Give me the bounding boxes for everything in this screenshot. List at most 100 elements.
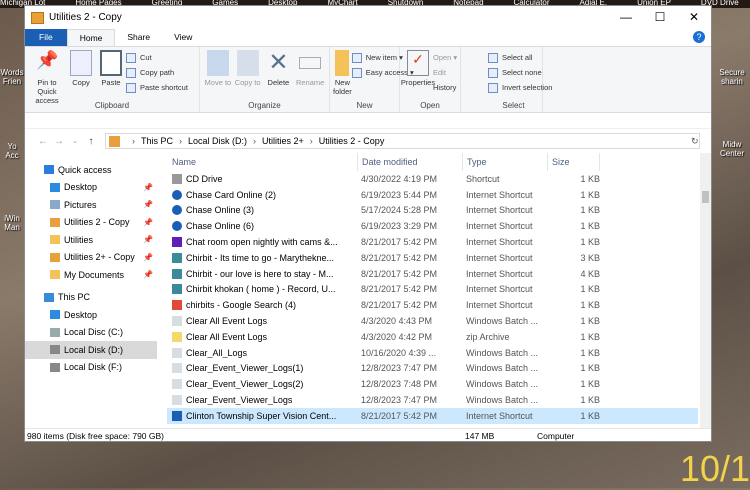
desktop-icon[interactable]: Midw Center (714, 140, 750, 158)
pin-icon: 📌 (143, 182, 153, 192)
file-row[interactable]: Chase Online (6) 6/19/2023 3:29 PM Interne… (167, 218, 698, 234)
breadcrumb-item[interactable]: Local Disk (D:) (188, 136, 247, 146)
label: Delete (267, 78, 290, 87)
file-date: 8/21/2017 5:42 PM (361, 284, 438, 295)
column-date[interactable]: Date modified (358, 153, 463, 171)
sidebar-item-quick[interactable]: My Documents 📌 (25, 266, 157, 284)
column-size[interactable]: Size (548, 153, 600, 171)
scrollbar-thumb[interactable] (702, 191, 709, 203)
back-button[interactable]: ← (35, 136, 51, 147)
sidebar-item-pc[interactable]: Local Disk (F:) (25, 359, 157, 377)
tab-file[interactable]: File (25, 29, 67, 46)
tab-share[interactable]: Share (115, 29, 162, 46)
sidebar-item-quick[interactable]: Pictures 📌 (25, 196, 157, 214)
file-size: 1 KB (580, 395, 600, 406)
file-name-cell: chirbits - Google Search (4) (167, 300, 358, 311)
history-button[interactable]: History (433, 80, 457, 95)
sidebar-item-pc[interactable]: Local Disc (C:) (25, 324, 157, 342)
file-row[interactable]: Clear All Event Logs 4/3/2020 4:43 PM Wind… (167, 313, 698, 329)
pin-icon: 📌 (143, 200, 153, 210)
selection-size: 147 MB (465, 430, 495, 441)
vertical-scrollbar[interactable] (700, 153, 711, 428)
label: Properties (400, 78, 436, 87)
file-row[interactable]: Chase Card Online (2) 6/19/2023 5:44 PM In… (167, 187, 698, 203)
minimize-button[interactable]: — (609, 6, 643, 29)
column-name[interactable]: Name (167, 153, 358, 171)
cut-button[interactable]: Cut (126, 50, 188, 65)
sidebar-item-label: Pictures (64, 199, 97, 210)
sidebar-quick-access[interactable]: Quick access (25, 161, 157, 179)
file-row[interactable]: Chirbit khokan ( home ) - Record, U... 8/… (167, 282, 698, 298)
open-button[interactable]: Open ▾ (433, 50, 457, 65)
file-row[interactable]: Chat room open nightly with cams &... 8/2… (167, 234, 698, 250)
copy-path-button[interactable]: Copy path (126, 65, 188, 80)
breadcrumb-item[interactable]: Utilities 2+ (262, 136, 304, 146)
file-row[interactable]: chirbits - Google Search (4) 8/21/2017 5:… (167, 297, 698, 313)
file-row[interactable]: Chirbit - our love is here to stay - M..… (167, 266, 698, 282)
column-type[interactable]: Type (463, 153, 548, 171)
sidebar-item-quick[interactable]: Utilities 2+ - Copy 📌 (25, 249, 157, 267)
sidebar-item-label: This PC (58, 292, 91, 303)
batch-icon (172, 395, 182, 406)
file-size: 1 KB (580, 205, 600, 216)
file-row[interactable]: Clear_All_Logs 10/16/2020 4:39 ... Windows… (167, 345, 698, 361)
file-name: Clinton Township Super Vision Cent... (186, 410, 337, 421)
sidebar-item-quick[interactable]: Desktop 📌 (25, 179, 157, 197)
status-bar: 980 items (Disk free space: 790 GB) 147 … (25, 428, 711, 442)
organize-group: Move to Copy to ✕ Delete Rename Organize (200, 47, 330, 112)
file-name: Chirbit - our love is here to stay - M..… (186, 268, 334, 279)
file-row[interactable]: Clear All Event Logs 4/3/2020 4:42 PM zip … (167, 329, 698, 345)
delete-x-icon: ✕ (268, 49, 289, 76)
paste-shortcut-button[interactable]: Paste shortcut (126, 80, 188, 95)
column-headers: Name Date modified Type Size (167, 153, 698, 171)
forward-button[interactable]: → (51, 136, 67, 147)
file-date: 10/16/2020 4:39 ... (361, 347, 437, 358)
up-button[interactable]: ↑ (83, 136, 99, 147)
file-type: Internet Shortcut (466, 252, 533, 263)
edit-button[interactable]: Edit (433, 65, 457, 80)
breadcrumb-item[interactable]: This PC (141, 136, 173, 146)
item-icon (50, 182, 60, 192)
desktop-icon[interactable]: Yo Acc (0, 142, 24, 160)
address-bar[interactable]: › This PC › Local Disk (D:) › Utilities 2+ … (105, 133, 700, 149)
file-row[interactable]: Clear_Event_Viewer_Logs(2) 12/8/2023 7:48… (167, 376, 698, 392)
desktop-icon[interactable]: Secure sharin (714, 68, 750, 86)
group-label: Organize (248, 101, 281, 110)
chirbit-icon (172, 284, 182, 295)
breadcrumb-item[interactable]: Utilities 2 - Copy (319, 136, 385, 146)
sidebar-item-pc[interactable]: Desktop (25, 306, 157, 324)
tab-home[interactable]: Home (66, 29, 116, 46)
maximize-button[interactable]: ☐ (643, 6, 677, 29)
sidebar-item-quick[interactable]: Utilities 2 - Copy 📌 (25, 214, 157, 232)
file-row[interactable]: Clinton Township Super Vision Cent... 8/2… (167, 407, 698, 424)
pin-icon: 📌 (143, 235, 153, 245)
recent-dropdown[interactable]: ⌄ (67, 137, 83, 145)
sidebar-item-quick[interactable]: Utilities 📌 (25, 231, 157, 249)
tab-view[interactable]: View (162, 29, 204, 46)
file-row[interactable]: Clear_Event_Viewer_Logs 12/8/2023 7:47 PM… (167, 392, 698, 408)
file-row[interactable]: CD Drive 4/30/2022 4:19 PM Shortcut 1 KB (167, 171, 698, 187)
help-icon[interactable]: ? (693, 31, 705, 43)
file-name-cell: Clear_All_Logs (167, 347, 358, 358)
file-size: 1 KB (580, 316, 600, 327)
file-name-cell: Chase Card Online (2) (167, 189, 358, 200)
file-row[interactable]: Clear_Event_Viewer_Logs(1) 12/8/2023 7:47… (167, 361, 698, 377)
yahoo-icon (172, 237, 182, 248)
sidebar-item-pc[interactable]: Local Disk (D:) (25, 341, 157, 359)
item-icon (50, 217, 60, 227)
close-button[interactable]: ✕ (677, 6, 711, 29)
refresh-button[interactable]: ↻ (691, 136, 699, 147)
desktop-icon[interactable]: iWin Man (0, 214, 24, 232)
clipboard-group: 📌 Pin to Quick access Copy Paste Cut Copy… (25, 47, 200, 112)
sidebar-this-pc[interactable]: This PC (25, 289, 157, 307)
select-all-button[interactable]: Select all (488, 50, 552, 65)
move-icon (206, 50, 229, 76)
file-row[interactable]: Chirbit - Its time to go - Marythekne...… (167, 250, 698, 266)
title-bar: Utilities 2 - Copy — ☐ ✕ (25, 6, 711, 29)
desktop-icon[interactable]: Words Frien (0, 68, 24, 86)
batch-icon (172, 363, 182, 374)
label: Copy path (140, 68, 175, 77)
file-row[interactable]: Chase Online (3) 5/17/2024 5:28 PM Interne… (167, 203, 698, 219)
invert-selection-button[interactable]: Invert selection (488, 80, 552, 95)
select-none-button[interactable]: Select none (488, 65, 552, 80)
